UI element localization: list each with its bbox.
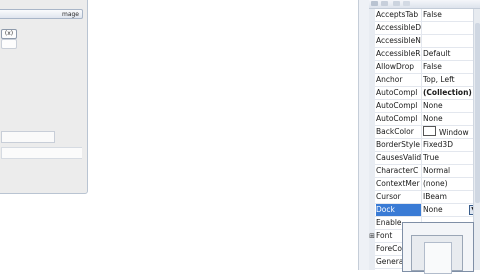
property-row-accessiblerole[interactable]: AccessibleR Default [375,48,473,61]
property-value[interactable]: Default [423,48,473,60]
property-name: Anchor [376,74,422,86]
form-textbox-wide[interactable] [1,147,82,159]
scrollbar-thumb[interactable] [475,23,480,203]
categorized-icon[interactable] [371,1,378,6]
dock-fill-button[interactable] [424,242,452,274]
property-row-accessiblename[interactable]: AccessibleN [375,35,473,48]
form-textbox[interactable] [1,131,55,143]
property-name: BackColor [376,126,422,138]
property-value-color[interactable]: Window [423,126,473,138]
property-name: Dock [376,204,422,216]
events-icon[interactable] [403,1,410,6]
expand-plus-icon[interactable]: ⊞ [369,230,375,242]
property-value[interactable]: None [423,113,473,125]
form-small-control[interactable] [1,39,17,49]
properties-toolbar [369,0,480,9]
property-name: AccessibleD [376,22,422,34]
property-name: BorderStyle [376,139,422,151]
property-name: ContextMer [376,178,422,190]
property-value[interactable]: True [423,152,473,164]
property-row-backcolor[interactable]: BackColor Window [375,126,473,139]
property-value[interactable]: Top, Left [423,74,473,86]
property-value[interactable]: Fixed3D [423,139,473,151]
form-group-caption: mage [0,9,83,19]
property-row-autocompletesource[interactable]: AutoCompl None [375,113,473,126]
property-value[interactable] [423,35,473,47]
property-value[interactable] [423,22,473,34]
property-row-dock[interactable]: Dock None ▼ [375,204,473,217]
property-value: Window [439,128,469,137]
property-name: AllowDrop [376,61,422,73]
form-tool-button[interactable]: (x) [1,29,17,39]
property-name: CharacterC [376,165,422,177]
property-value[interactable]: False [423,9,473,21]
property-name: AccessibleR [376,48,422,60]
property-name: AutoCompl [376,87,422,99]
property-row-allowdrop[interactable]: AllowDrop False [375,61,473,74]
property-name: CausesValid [376,152,422,164]
property-value[interactable]: (none) [423,178,473,190]
property-row-causesvalidation[interactable]: CausesValid True [375,152,473,165]
property-row-acceptstab[interactable]: AcceptsTab False [375,9,473,22]
alphabetical-icon[interactable] [381,1,388,6]
designed-form[interactable]: mage (x) [0,0,88,194]
property-row-autocompletecustomsource[interactable]: AutoCompl (Collection) [375,87,473,100]
property-value[interactable]: Normal [423,165,473,177]
property-value[interactable]: IBeam [423,191,473,203]
property-name: AutoCompl [376,100,422,112]
property-row-charactercasing[interactable]: CharacterC Normal [375,165,473,178]
property-value[interactable]: None [423,100,473,112]
property-value[interactable]: None [423,204,473,216]
dock-editor-popup[interactable] [402,222,474,274]
property-value[interactable]: (Collection) [423,87,473,99]
color-swatch [423,126,436,136]
property-row-anchor[interactable]: Anchor Top, Left [375,74,473,87]
property-name: AccessibleN [376,35,422,47]
form-designer-surface[interactable]: mage (x) [0,0,358,270]
property-name: AcceptsTab [376,9,422,21]
property-value[interactable]: False [423,61,473,73]
dock-fill-area[interactable] [411,235,463,274]
properties-icon[interactable] [393,1,400,6]
property-row-autocompletemode[interactable]: AutoCompl None [375,100,473,113]
property-row-accessibledescription[interactable]: AccessibleD [375,22,473,35]
property-row-cursor[interactable]: Cursor IBeam [375,191,473,204]
property-name: Cursor [376,191,422,203]
property-name: AutoCompl [376,113,422,125]
property-grid-scrollbar[interactable] [473,9,480,270]
property-row-borderstyle[interactable]: BorderStyle Fixed3D [375,139,473,152]
property-row-contextmenustrip[interactable]: ContextMer (none) [375,178,473,191]
